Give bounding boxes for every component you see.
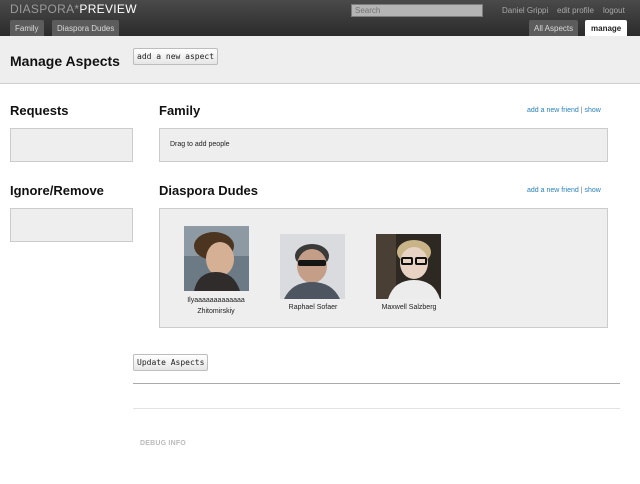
user-name-link[interactable]: Daniel Grippi	[502, 6, 548, 15]
avatar-maxwell[interactable]	[376, 234, 441, 299]
tab-diaspora-dudes[interactable]: Diaspora Dudes	[52, 20, 120, 36]
photo-raphael-image	[280, 234, 345, 299]
page-title: Manage Aspects	[10, 53, 120, 69]
add-new-aspect-button[interactable]: add a new aspect	[133, 48, 219, 65]
aspect-family-heading: Family	[159, 103, 201, 118]
search-input[interactable]	[351, 4, 483, 17]
person-name-maxwell[interactable]: Maxwell Salzberg	[364, 302, 454, 313]
family-show-link[interactable]: show	[585, 107, 601, 114]
update-aspects-button[interactable]: Update Aspects	[133, 354, 209, 371]
aspect-dudes-links: add a new friend | show	[527, 187, 601, 194]
avatar-ilya[interactable]	[184, 226, 249, 291]
person-name-ilya[interactable]: Ilyaaaaaaaaaaaaa Zhitomirskiy	[171, 295, 261, 317]
ignore-remove-heading: Ignore/Remove	[10, 183, 104, 198]
top-header-bar: DIASPORA*PREVIEW Daniel Grippi edit prof…	[0, 0, 640, 36]
logo-preview-text: PREVIEW	[79, 2, 137, 16]
photo-ilya-image	[184, 226, 249, 291]
edit-profile-link[interactable]: edit profile	[557, 6, 594, 15]
dudes-add-friend-link[interactable]: add a new friend	[527, 187, 579, 194]
dudes-link-separator: |	[580, 187, 583, 194]
requests-dropzone[interactable]	[10, 128, 133, 162]
family-add-friend-link[interactable]: add a new friend	[527, 107, 579, 114]
person-name-raphael[interactable]: Raphael Sofaer	[268, 302, 358, 313]
family-empty-text: Drag to add people	[170, 141, 230, 148]
debug-info-label[interactable]: DEBUG INFO	[140, 440, 186, 447]
tab-family[interactable]: Family	[10, 20, 44, 36]
ignore-remove-dropzone[interactable]	[10, 208, 133, 242]
avatar-raphael[interactable]	[280, 234, 345, 299]
logout-link[interactable]: logout	[603, 6, 625, 15]
divider-line-light	[133, 408, 620, 409]
tab-all-aspects[interactable]: All Aspects	[529, 20, 579, 36]
aspect-diaspora-dudes-heading: Diaspora Dudes	[159, 183, 258, 198]
photo-maxwell-image	[376, 234, 441, 299]
divider-line	[133, 383, 620, 384]
dudes-show-link[interactable]: show	[585, 187, 601, 194]
tab-manage[interactable]: manage	[585, 20, 627, 36]
requests-heading: Requests	[10, 103, 69, 118]
aspect-family-links: add a new friend | show	[527, 107, 601, 114]
diaspora-logo[interactable]: DIASPORA*PREVIEW	[10, 2, 137, 16]
family-link-separator: |	[580, 107, 583, 114]
